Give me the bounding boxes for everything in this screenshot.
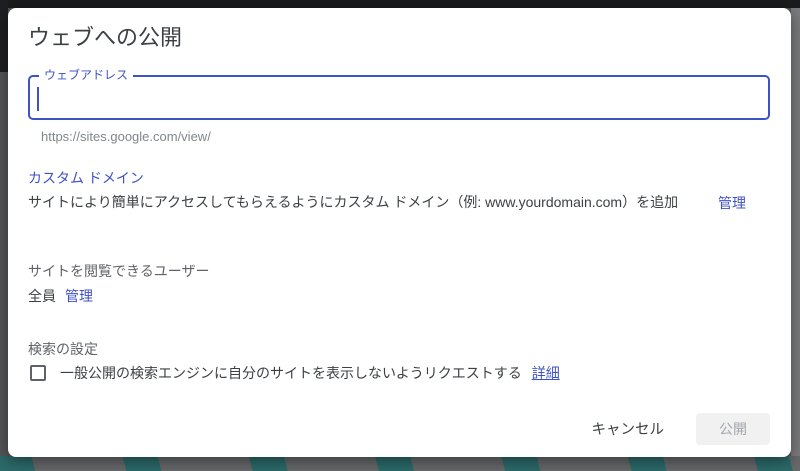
backdrop-page-footer-pattern xyxy=(0,456,800,471)
hide-from-search-checkbox-label: 一般公開の検索エンジンに自分のサイトを表示しないようリクエストする xyxy=(60,365,522,381)
search-settings-label: 検索の設定 xyxy=(28,341,98,357)
manage-viewers-link[interactable]: 管理 xyxy=(65,286,93,306)
backdrop-dark-band xyxy=(0,0,800,8)
site-viewers-label: サイトを閲覧できるユーザー xyxy=(28,263,210,279)
publish-button[interactable]: 公開 xyxy=(696,412,770,445)
publish-to-web-dialog: ウェブへの公開 ウェブアドレス https://sites.google.com… xyxy=(8,8,791,457)
hide-from-search-checkbox[interactable] xyxy=(30,365,46,381)
web-address-field: ウェブアドレス xyxy=(28,68,770,120)
cancel-button[interactable]: キャンセル xyxy=(586,410,671,447)
web-address-input[interactable] xyxy=(36,81,756,114)
backdrop-gray-right xyxy=(791,8,800,456)
custom-domain-description: サイトにより簡単にアクセスしてもらえるようにカスタム ドメイン（例: www.y… xyxy=(28,194,679,210)
custom-domain-row: サイトにより簡単にアクセスしてもらえるようにカスタム ドメイン（例: www.y… xyxy=(28,192,770,213)
text-cursor xyxy=(37,87,39,111)
dialog-title: ウェブへの公開 xyxy=(28,25,183,50)
search-settings-row: 一般公開の検索エンジンに自分のサイトを表示しないようリクエストする 詳細 xyxy=(30,363,560,383)
details-link[interactable]: 詳細 xyxy=(532,363,560,383)
web-address-helper-url: https://sites.google.com/view/ xyxy=(41,129,211,144)
site-viewers-value: 全員 xyxy=(28,288,56,304)
backdrop-dark-left xyxy=(0,0,8,72)
custom-domain-link[interactable]: カスタム ドメイン xyxy=(28,168,144,188)
dialog-action-buttons: キャンセル 公開 xyxy=(586,410,770,447)
site-viewers-row: 全員 管理 xyxy=(28,286,93,306)
manage-domain-link[interactable]: 管理 xyxy=(718,193,746,213)
